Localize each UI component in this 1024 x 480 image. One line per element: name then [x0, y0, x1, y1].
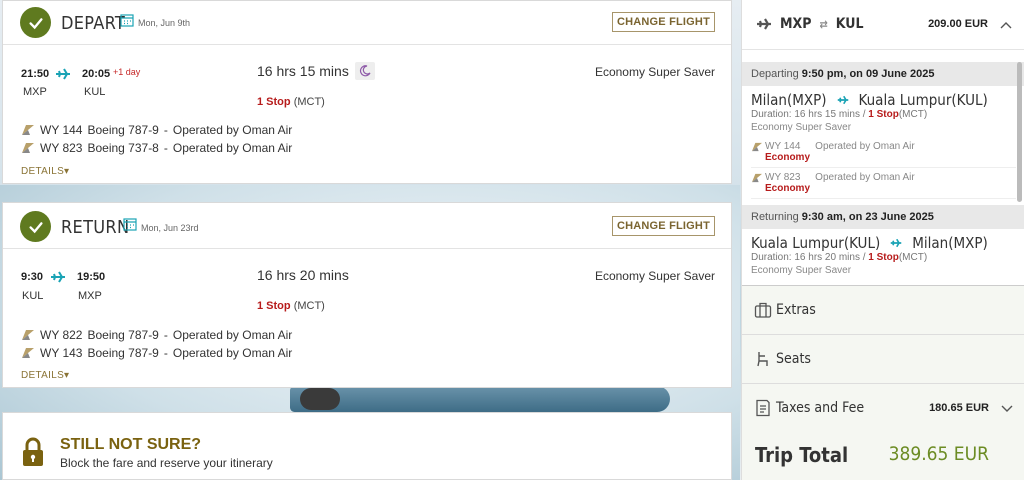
- calendar-icon: [123, 218, 137, 231]
- inbound-cabin: Economy Super Saver: [751, 265, 852, 276]
- hold-fare-title: STILL NOT SURE?: [60, 436, 202, 453]
- segment-row: WY 823 Boeing 737-8 - Operated by Oman A…: [21, 141, 292, 155]
- taxes-amount: 180.65 EUR: [929, 402, 989, 414]
- outbound-cabin: Economy Super Saver: [751, 122, 852, 133]
- return-title: RETURN: [61, 217, 130, 238]
- cabin-class: Economy Super Saver: [594, 65, 715, 79]
- plus-day-badge: +1 day: [113, 67, 141, 77]
- depart-title: DEPART: [61, 13, 126, 34]
- depart-time: 21:50: [21, 68, 50, 80]
- outbound-route: Milan(MXP) Kuala Lumpur(KUL): [751, 91, 988, 109]
- oman-air-logo-icon: [22, 348, 34, 358]
- trip-total-row: Trip Total 389.65 EUR: [742, 431, 1024, 480]
- details-toggle[interactable]: DETAILS▾: [21, 166, 69, 177]
- chevron-down-icon[interactable]: [1001, 405, 1013, 413]
- background-airplane: [290, 386, 670, 412]
- flight-row: WY 144 Operated by Oman Air Economy: [751, 137, 1016, 168]
- extras-row[interactable]: Extras: [742, 286, 1024, 335]
- background-engine: [300, 388, 340, 410]
- stops-info: 1 Stop (MCT): [257, 300, 325, 312]
- check-icon: [20, 211, 51, 242]
- calendar-icon: [120, 14, 134, 27]
- destination-code: KUL: [84, 86, 106, 98]
- plane-icon: [890, 238, 902, 248]
- base-fare: 209.00 EUR: [928, 18, 988, 30]
- segment-row: WY 822 Boeing 787-9 - Operated by Oman A…: [21, 328, 292, 342]
- plane-icon: [837, 95, 848, 105]
- change-flight-button[interactable]: CHANGE FLIGHT: [611, 12, 715, 32]
- duration: 16 hrs 15 mins: [257, 63, 349, 79]
- trip-summary-panel: MXP ⇄ KUL 209.00 EUR Departing 9:50 pm, …: [741, 0, 1024, 480]
- duration: 16 hrs 20 mins: [257, 267, 349, 283]
- inbound-route: Kuala Lumpur(KUL) Milan(MXP): [751, 234, 988, 252]
- plane-icon: [56, 68, 70, 80]
- extras-label: Extras: [776, 302, 816, 318]
- flight-row: WY 823 Operated by Oman Air Economy: [751, 168, 1016, 199]
- oman-air-logo-icon: [22, 143, 34, 153]
- trip-total-label: Trip Total: [755, 443, 849, 467]
- chevron-up-icon[interactable]: [1000, 21, 1012, 29]
- depart-card: DEPART Mon, Jun 9th CHANGE FLIGHT 21:50 …: [2, 0, 732, 184]
- depart-date: Mon, Jun 9th: [138, 18, 191, 28]
- return-header: RETURN Mon, Jun 23rd CHANGE FLIGHT: [3, 203, 731, 249]
- origin-code: MXP: [23, 86, 47, 98]
- stops-info: 1 Stop (MCT): [257, 96, 325, 108]
- trip-total-amount: 389.65 EUR: [888, 443, 989, 465]
- swap-icon: ⇄: [819, 17, 828, 31]
- check-icon: [20, 7, 51, 38]
- return-date: Mon, Jun 23rd: [141, 223, 199, 233]
- hold-fare-subtitle: Block the fare and reserve your itinerar…: [60, 456, 273, 470]
- receipt-icon: [756, 399, 770, 417]
- depart-header: DEPART Mon, Jun 9th CHANGE FLIGHT: [3, 1, 731, 45]
- change-flight-button[interactable]: CHANGE FLIGHT: [611, 216, 715, 236]
- taxes-row[interactable]: Taxes and Fee 180.65 EUR: [742, 384, 1024, 433]
- inbound-bar: Returning 9:30 am, on 23 June 2025: [742, 205, 1024, 229]
- cabin-class: Economy Super Saver: [594, 269, 715, 283]
- seats-label: Seats: [776, 351, 811, 367]
- details-toggle[interactable]: DETAILS▾: [21, 370, 69, 381]
- outbound-bar: Departing 9:50 pm, on 09 June 2025: [742, 62, 1024, 86]
- origin-code: KUL: [22, 290, 44, 302]
- summary-route: MXP ⇄ KUL: [756, 16, 864, 32]
- segment-row: WY 144 Boeing 787-9 - Operated by Oman A…: [21, 123, 292, 137]
- segment-row: WY 143 Boeing 787-9 - Operated by Oman A…: [21, 346, 292, 360]
- arrival-time: 20:05: [82, 68, 111, 80]
- arrival-time: 19:50: [77, 271, 106, 283]
- inbound-duration: Duration: 16 hrs 20 mins / 1 Stop(MCT): [751, 252, 928, 263]
- itinerary-scroll-area[interactable]: Departing 9:50 pm, on 09 June 2025 Milan…: [742, 62, 1024, 286]
- oman-air-logo-icon: [22, 330, 34, 340]
- suitcase-icon: [754, 302, 772, 318]
- outbound-duration: Duration: 16 hrs 15 mins / 1 Stop(MCT): [751, 109, 928, 120]
- overnight-icon: [355, 62, 375, 80]
- seats-row[interactable]: Seats: [742, 335, 1024, 384]
- oman-air-logo-icon: [752, 142, 762, 152]
- summary-header[interactable]: MXP ⇄ KUL 209.00 EUR: [742, 0, 1024, 50]
- seat-icon: [757, 352, 768, 367]
- hold-fare-banner[interactable]: STILL NOT SURE? Block the fare and reser…: [2, 412, 732, 480]
- oman-air-logo-icon: [752, 173, 762, 183]
- lock-icon: [23, 437, 43, 466]
- taxes-label: Taxes and Fee: [776, 400, 865, 416]
- plane-icon: [51, 271, 65, 283]
- depart-time: 9:30: [21, 271, 44, 283]
- destination-code: MXP: [78, 290, 102, 302]
- scrollbar[interactable]: [1017, 62, 1022, 202]
- return-card: RETURN Mon, Jun 23rd CHANGE FLIGHT 9:30 …: [2, 202, 732, 388]
- oman-air-logo-icon: [22, 125, 34, 135]
- plane-icon: [757, 18, 771, 30]
